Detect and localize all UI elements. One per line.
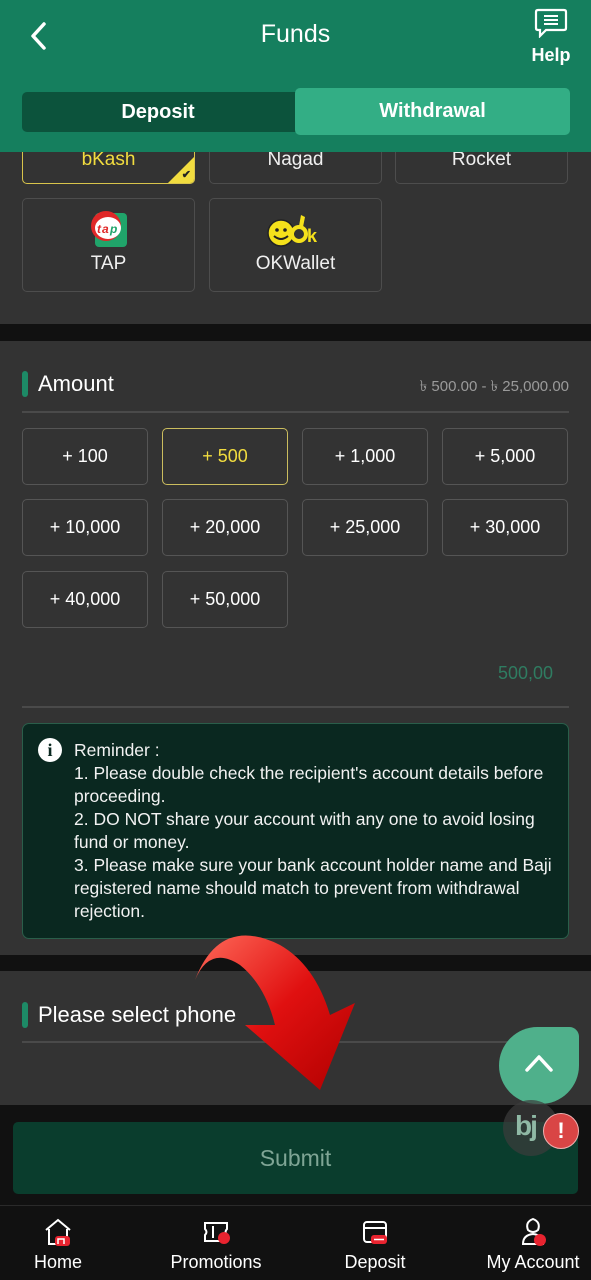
nav-promotions[interactable]: Promotions bbox=[158, 1206, 274, 1280]
preset-1000[interactable]: + 1,000 bbox=[302, 428, 428, 485]
phone-section: Please select phone bbox=[0, 971, 591, 1105]
nav-label: Deposit bbox=[344, 1252, 406, 1272]
amount-underline bbox=[22, 706, 569, 708]
chevron-up-icon bbox=[525, 1055, 553, 1072]
reminder-text: Reminder : 1. Please double check the re… bbox=[74, 739, 554, 923]
tab-bar: Deposit Withdrawal bbox=[22, 88, 570, 135]
reminder-box: i Reminder : 1. Please double check the … bbox=[22, 723, 569, 939]
preset-5000[interactable]: + 5,000 bbox=[442, 428, 568, 485]
preset-20000[interactable]: + 20,000 bbox=[162, 499, 288, 556]
header: Funds Help Deposit Withdrawal bbox=[0, 0, 591, 152]
divider bbox=[22, 1041, 569, 1043]
baji-logo: bj bbox=[515, 1110, 538, 1141]
method-label: TAP bbox=[90, 253, 127, 274]
page-title: Funds bbox=[260, 20, 331, 48]
nav-label: Promotions bbox=[170, 1252, 262, 1272]
preset-10000[interactable]: + 10,000 bbox=[22, 499, 148, 556]
bottom-nav: Home Promotions Deposit My Account bbox=[0, 1205, 591, 1280]
section-divider bbox=[0, 324, 591, 341]
reminder-line: 1. Please double check the recipient's a… bbox=[74, 763, 544, 806]
nav-label: Home bbox=[33, 1252, 82, 1272]
section-marker bbox=[22, 371, 28, 397]
preset-40000[interactable]: + 40,000 bbox=[22, 571, 148, 628]
help-button[interactable]: Help bbox=[527, 8, 575, 66]
nav-label: My Account bbox=[486, 1252, 580, 1272]
submit-area: Submit bbox=[0, 1105, 591, 1205]
chat-icon bbox=[534, 8, 568, 39]
tab-deposit[interactable]: Deposit bbox=[22, 92, 294, 132]
phone-title: Please select phone bbox=[38, 1002, 237, 1027]
method-label: Rocket bbox=[451, 149, 512, 170]
reminder-title: Reminder : bbox=[74, 740, 160, 760]
preset-50000[interactable]: + 50,000 bbox=[162, 571, 288, 628]
method-okwallet[interactable]: k OKWallet bbox=[209, 198, 382, 292]
nav-my-account[interactable]: My Account bbox=[478, 1206, 588, 1280]
account-icon bbox=[521, 1217, 546, 1246]
ticket-icon bbox=[204, 1222, 230, 1244]
svg-text:a: a bbox=[102, 222, 109, 236]
amount-range: ৳ 500.00 - ৳ 25,000.00 bbox=[419, 378, 569, 395]
preset-100[interactable]: + 100 bbox=[22, 428, 148, 485]
info-icon: i bbox=[38, 738, 62, 762]
nav-home[interactable]: Home bbox=[12, 1206, 104, 1280]
amount-section: Amount ৳ 500.00 - ৳ 25,000.00 + 100 + 50… bbox=[0, 341, 591, 955]
wallet-icon bbox=[363, 1221, 387, 1244]
method-tap[interactable]: tap TAP bbox=[22, 198, 195, 292]
tap-logo: tap bbox=[89, 209, 129, 249]
svg-text:p: p bbox=[109, 222, 117, 236]
preset-500[interactable]: + 500 bbox=[162, 428, 288, 485]
scroll-to-top-button[interactable] bbox=[499, 1027, 579, 1104]
divider bbox=[22, 411, 569, 413]
funds-page: Funds Help Deposit Withdrawal bKash ✔ Na… bbox=[0, 0, 591, 1280]
reminder-line: 3. Please make sure your bank account ho… bbox=[74, 855, 552, 921]
section-marker bbox=[22, 1002, 28, 1028]
submit-button[interactable]: Submit bbox=[13, 1122, 578, 1194]
method-label: Nagad bbox=[267, 149, 324, 170]
nav-deposit[interactable]: Deposit bbox=[330, 1206, 420, 1280]
preset-30000[interactable]: + 30,000 bbox=[442, 499, 568, 556]
home-icon bbox=[45, 1218, 71, 1246]
alert-badge[interactable]: ! bbox=[543, 1113, 579, 1149]
tab-withdrawal[interactable]: Withdrawal bbox=[295, 88, 570, 135]
okwallet-logo: k bbox=[265, 209, 327, 249]
section-divider bbox=[0, 955, 591, 971]
preset-25000[interactable]: + 25,000 bbox=[302, 499, 428, 556]
method-label: OKWallet bbox=[255, 253, 336, 274]
amount-title: Amount bbox=[38, 371, 114, 396]
svg-text:k: k bbox=[307, 226, 318, 246]
amount-input[interactable] bbox=[353, 663, 553, 684]
check-icon: ✔ bbox=[181, 169, 191, 181]
help-label: Help bbox=[531, 45, 571, 65]
reminder-line: 2. DO NOT share your account with any on… bbox=[74, 809, 535, 852]
